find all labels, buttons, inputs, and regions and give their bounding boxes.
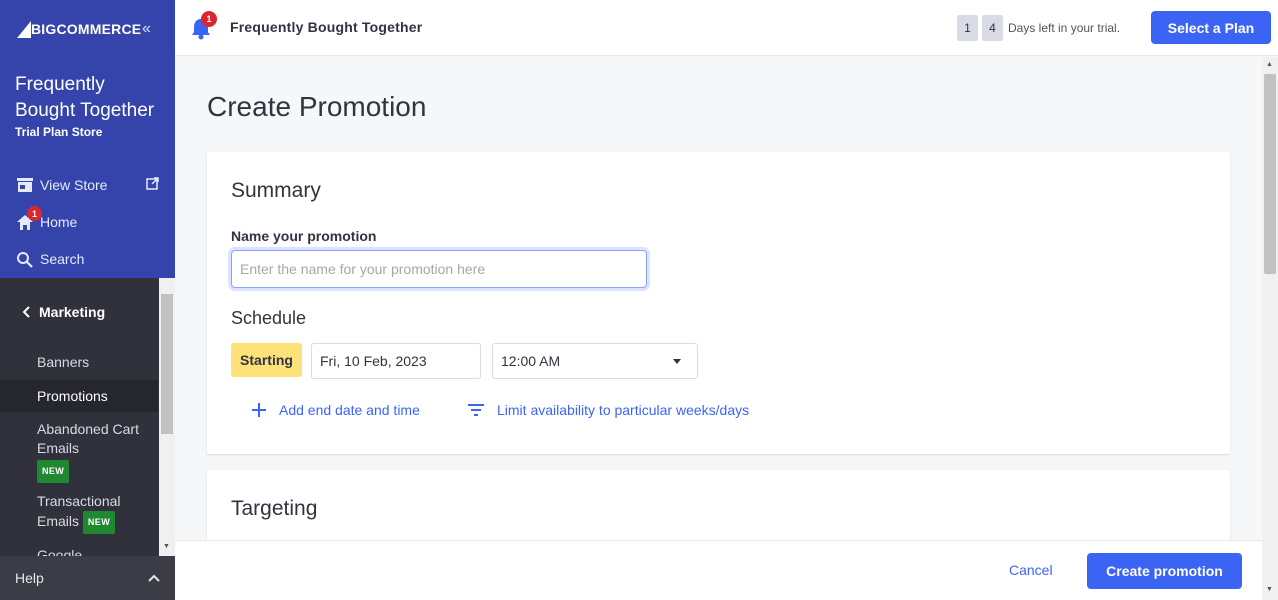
scroll-down-arrow-icon[interactable]: ▼ <box>1266 586 1273 593</box>
sidebar-item-label: Abandoned Cart Emails <box>37 421 139 456</box>
section-label: Marketing <box>39 304 106 320</box>
app-title: Frequently Bought Together <box>230 19 423 35</box>
scroll-up-arrow-icon[interactable]: ▲ <box>1266 61 1273 68</box>
footer-scrollbar[interactable]: ▼ <box>1262 540 1278 600</box>
sidebar-link-label: View Store <box>40 177 108 193</box>
search-icon <box>17 251 33 268</box>
bigcommerce-logo[interactable]: BIGCOMMERCE <box>15 16 141 42</box>
new-badge: NEW <box>37 460 70 483</box>
summary-heading: Summary <box>231 179 321 202</box>
create-promotion-button[interactable]: Create promotion <box>1087 553 1242 589</box>
sidebar-item-abandoned-cart-emails[interactable]: Abandoned Cart Emails NEW <box>37 420 157 483</box>
home-notification-badge: 1 <box>27 206 42 221</box>
sidebar-item-transactional-emails[interactable]: Transactional Emails NEW <box>37 492 132 534</box>
chevron-up-icon <box>148 574 160 582</box>
collapse-sidebar-icon[interactable]: « <box>142 20 151 38</box>
scroll-down-arrow-icon[interactable]: ▼ <box>163 543 170 550</box>
main-scrollbar[interactable]: ▲ <box>1262 57 1278 540</box>
add-end-date-button[interactable]: Add end date and time <box>251 402 420 418</box>
trial-digit: 1 <box>957 15 978 41</box>
main-scrollbar-thumb[interactable] <box>1264 74 1276 274</box>
sidebar-link-search[interactable]: Search <box>16 248 84 270</box>
start-time-select[interactable]: 12:00 AM <box>492 343 698 379</box>
store-plan: Trial Plan Store <box>15 125 103 139</box>
sidebar-item-promotions[interactable]: Promotions <box>0 380 158 412</box>
notification-count-badge: 1 <box>201 11 217 27</box>
targeting-card: Targeting <box>207 470 1230 540</box>
add-end-date-label: Add end date and time <box>279 402 420 418</box>
promotion-name-label: Name your promotion <box>231 228 377 244</box>
main-content: Create Promotion Summary Name your promo… <box>175 57 1262 540</box>
trial-countdown: 1 4 Days left in your trial. <box>957 15 1120 41</box>
cancel-button[interactable]: Cancel <box>1009 562 1053 578</box>
help-label: Help <box>15 570 44 586</box>
start-time-value: 12:00 AM <box>501 353 561 369</box>
sidebar-item-banners[interactable]: Banners <box>37 353 157 372</box>
sidebar-item-label: Promotions <box>37 387 108 404</box>
logo-text: BIGCOMMERCE <box>31 21 142 37</box>
filter-icon <box>468 404 484 416</box>
schedule-heading: Schedule <box>231 308 307 328</box>
targeting-heading: Targeting <box>231 497 318 520</box>
promotion-name-input[interactable] <box>231 250 647 288</box>
sidebar-link-label: Search <box>40 251 85 267</box>
summary-card: Summary Name your promotion Schedule Sta… <box>207 152 1230 454</box>
sidebar-link-label: Home <box>40 214 78 230</box>
sidebar-item-google[interactable]: Google <box>37 546 157 556</box>
sidebar-link-home[interactable]: Home <box>16 211 77 233</box>
starting-label: Starting <box>231 343 302 377</box>
chevron-down-icon <box>673 358 681 364</box>
page-title: Create Promotion <box>207 91 427 122</box>
start-date-input[interactable]: Fri, 10 Feb, 2023 <box>311 343 481 379</box>
chevron-left-icon <box>22 306 30 318</box>
marketing-back-button[interactable]: Marketing <box>22 304 105 320</box>
sidebar-header: BIGCOMMERCE « Frequently Bought Together… <box>0 0 175 278</box>
trial-digit: 4 <box>982 15 1003 41</box>
start-date-value: Fri, 10 Feb, 2023 <box>320 353 427 369</box>
select-plan-button[interactable]: Select a Plan <box>1151 11 1271 44</box>
sidebar-link-view-store[interactable]: View Store <box>16 174 107 196</box>
limit-availability-label: Limit availability to particular weeks/d… <box>497 402 750 418</box>
sidebar-scrollbar[interactable]: ▼ <box>159 278 175 556</box>
storefront-icon <box>17 178 33 192</box>
sidebar-menu: Marketing Banners Promotions Abandoned C… <box>0 278 175 556</box>
help-toggle[interactable]: Help <box>0 556 175 600</box>
action-footer: Cancel Create promotion <box>175 540 1262 600</box>
external-link-icon[interactable] <box>146 177 159 190</box>
store-name: Frequently Bought Together <box>15 74 155 121</box>
sidebar-scrollbar-thumb[interactable] <box>161 294 173 434</box>
sidebar: BIGCOMMERCE « Frequently Bought Together… <box>0 0 175 600</box>
limit-availability-button[interactable]: Limit availability to particular weeks/d… <box>467 402 749 418</box>
plus-icon <box>252 403 266 417</box>
trial-text: Days left in your trial. <box>1008 21 1121 35</box>
top-bar: 1 Frequently Bought Together 1 4 Days le… <box>175 0 1278 56</box>
new-badge: NEW <box>82 511 116 534</box>
